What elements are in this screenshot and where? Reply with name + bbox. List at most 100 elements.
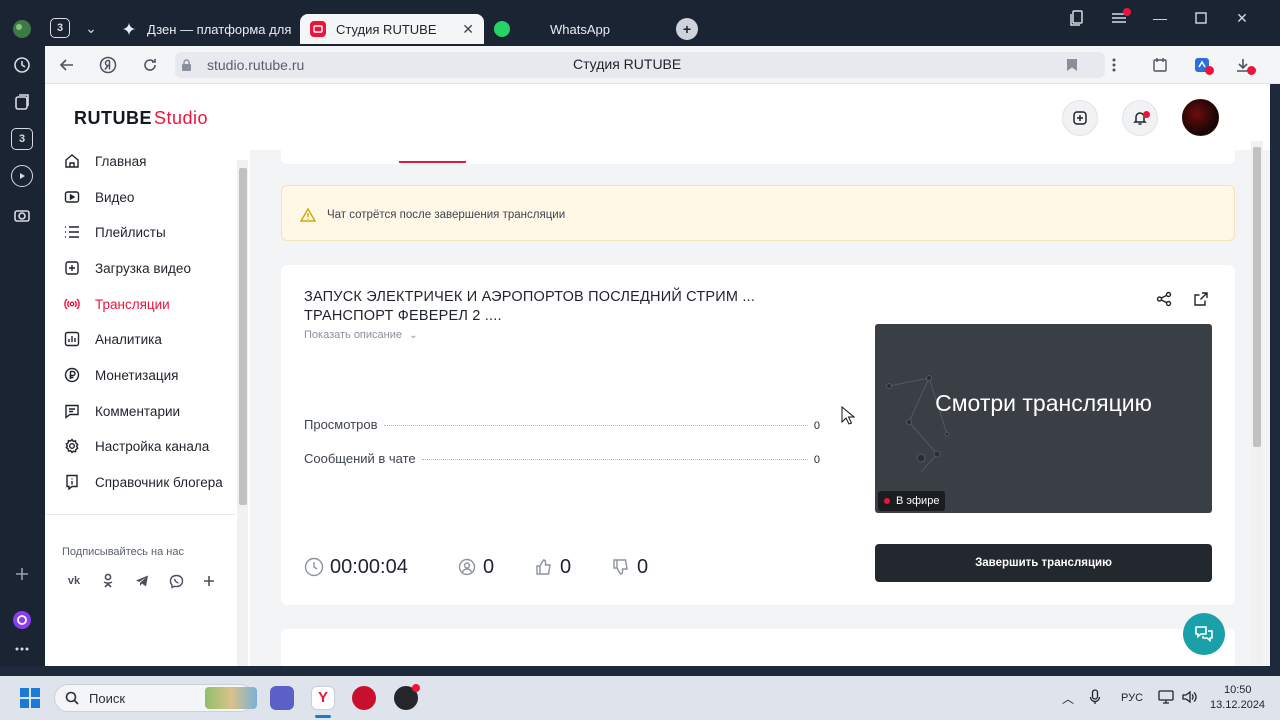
play-circle-icon[interactable] <box>11 165 33 187</box>
end-stream-button[interactable]: Завершить трансляцию <box>875 544 1212 582</box>
media-app-icon[interactable] <box>352 686 376 710</box>
duration-value: 00:00:04 <box>330 555 408 578</box>
sidebar-scroll-thumb[interactable] <box>239 168 247 505</box>
search-highlight-image <box>205 687 257 709</box>
tab-counter-icon[interactable]: 3 <box>50 18 70 38</box>
network-icon[interactable] <box>1158 689 1174 710</box>
language-indicator[interactable]: РУС <box>1121 692 1143 704</box>
preview-network-graphic <box>886 375 950 473</box>
obs-badge-icon <box>412 684 420 692</box>
sidebar-item-channel-settings[interactable]: Настройка канала <box>63 435 209 457</box>
sidebar-item-home[interactable]: Главная <box>63 150 146 172</box>
download-badge-icon <box>1247 66 1256 75</box>
stream-title: ЗАПУСК ЭЛЕКТРИЧЕК И АЭРОПОРТОВ ПОСЛЕДНИЙ… <box>304 289 756 324</box>
windows-start-icon[interactable] <box>20 688 40 708</box>
stat-label: Просмотров <box>304 417 378 432</box>
bookmarks-panel-icon[interactable] <box>1065 8 1089 28</box>
yandex-icon[interactable] <box>98 55 118 75</box>
sidebar-item-playlists[interactable]: Плейлисты <box>63 221 166 243</box>
sidebar-badge-icon[interactable]: 3 <box>11 128 33 150</box>
stream-card: ЗАПУСК ЭЛЕКТРИЧЕК И АЭРОПОРТОВ ПОСЛЕДНИЙ… <box>281 265 1235 605</box>
extension-badge-icon <box>1205 66 1214 75</box>
chat-bubbles-icon <box>1195 626 1213 643</box>
download-icon[interactable] <box>1233 55 1256 75</box>
obs-icon[interactable] <box>394 684 420 710</box>
reload-icon[interactable] <box>140 55 160 75</box>
sidebar-item-blogger-guide[interactable]: Справочник блогера <box>63 471 223 493</box>
extension-icon[interactable] <box>1192 55 1214 75</box>
sidebar-item-analytics[interactable]: Аналитика <box>63 328 162 350</box>
volume-icon[interactable] <box>1181 689 1197 710</box>
tab-rutube-studio[interactable]: Студия RUTUBE ✕ <box>300 14 484 44</box>
sidebar-item-video[interactable]: Видео <box>63 186 134 208</box>
microphone-icon[interactable] <box>1089 689 1101 710</box>
rutube-studio-logo[interactable]: RUTUBE Studio <box>74 108 208 129</box>
main-scroll-thumb[interactable] <box>1253 147 1261 447</box>
kebab-menu-icon[interactable] <box>1104 55 1124 75</box>
back-icon[interactable] <box>57 55 77 75</box>
search-placeholder: Поиск <box>89 691 126 706</box>
viber-icon[interactable] <box>165 570 187 592</box>
stat-views: Просмотров 0 <box>304 417 820 433</box>
browser-menu-icon[interactable] <box>11 18 33 40</box>
tray-chevron-icon[interactable]: ︿ <box>1062 690 1074 707</box>
support-chat-button[interactable] <box>1183 613 1225 655</box>
ok-icon[interactable] <box>97 570 119 592</box>
sidebar: Главная Видео Плейлисты Загрузка видео Т… <box>45 150 250 666</box>
playlist-icon <box>63 223 81 241</box>
chevron-down-icon: ⌄ <box>409 330 418 341</box>
minimize-icon[interactable]: — <box>1148 8 1172 28</box>
show-description-link[interactable]: Показать описание ⌄ <box>304 329 417 341</box>
studio-header: RUTUBE Studio <box>45 84 1270 150</box>
stream-duration: 00:00:04 <box>304 554 408 580</box>
tab-whatsapp[interactable]: WhatsApp <box>494 14 654 44</box>
close-tab-icon[interactable]: ✕ <box>462 21 474 38</box>
dotted-leader <box>383 425 808 426</box>
reading-list-icon[interactable] <box>1150 55 1170 75</box>
analytics-icon <box>63 330 81 348</box>
share-icon[interactable] <box>1154 289 1174 309</box>
sidebar-item-monetization[interactable]: Монетизация <box>63 364 178 386</box>
history-icon[interactable] <box>11 54 33 76</box>
browser-side-rail: 3 <box>0 0 45 666</box>
menu-icon[interactable] <box>1107 8 1131 28</box>
open-external-icon[interactable] <box>1191 289 1211 309</box>
yandex-browser-taskbar-icon[interactable]: Y <box>311 686 335 710</box>
taskbar-search-input[interactable]: Поиск <box>54 684 257 712</box>
likes-value: 0 <box>560 555 572 578</box>
comments-icon <box>63 402 81 420</box>
upload-button[interactable] <box>1062 100 1098 136</box>
add-panel-icon[interactable] <box>11 563 33 585</box>
vk-icon[interactable]: vk <box>63 570 85 592</box>
new-tab-icon[interactable]: + <box>676 18 698 40</box>
sidebar-item-broadcasts[interactable]: Трансляции <box>63 293 170 315</box>
stream-preview[interactable]: Смотри трансляцию В эфире <box>875 324 1212 513</box>
more-dots-icon[interactable] <box>11 638 33 660</box>
clock-date[interactable]: 13.12.2024 <box>1210 699 1265 711</box>
avatar[interactable] <box>1182 99 1219 136</box>
tab-dzen[interactable]: Дзен — платформа для п <box>121 14 291 44</box>
notification-dot-icon <box>1143 111 1150 118</box>
notification-dot-icon <box>1123 8 1131 16</box>
sidebar-item-upload[interactable]: Загрузка видео <box>63 257 191 279</box>
plus-icon[interactable] <box>198 570 220 592</box>
close-window-icon[interactable]: ✕ <box>1230 8 1254 28</box>
bookmark-icon[interactable] <box>1062 55 1082 75</box>
teams-icon[interactable] <box>270 686 294 710</box>
windows-taskbar: Поиск Y ︿ РУС 10:50 13.12.2024 <box>0 676 1280 720</box>
live-badge-label: В эфире <box>896 495 940 507</box>
dotted-leader <box>421 459 808 460</box>
home-icon <box>63 152 81 170</box>
telegram-icon[interactable] <box>131 570 153 592</box>
alice-icon[interactable] <box>11 609 33 631</box>
lock-icon[interactable] <box>179 55 193 75</box>
notifications-button[interactable] <box>1122 100 1158 136</box>
clock-time[interactable]: 10:50 <box>1224 684 1252 696</box>
url-text[interactable]: studio.rutube.ru <box>207 57 304 73</box>
show-description-label: Показать описание <box>304 329 402 341</box>
camera-icon[interactable] <box>11 204 33 226</box>
chevron-down-icon[interactable]: ⌄ <box>79 18 103 38</box>
collections-icon[interactable] <box>11 91 33 113</box>
sidebar-item-comments[interactable]: Комментарии <box>63 400 180 422</box>
maximize-icon[interactable] <box>1189 8 1213 28</box>
